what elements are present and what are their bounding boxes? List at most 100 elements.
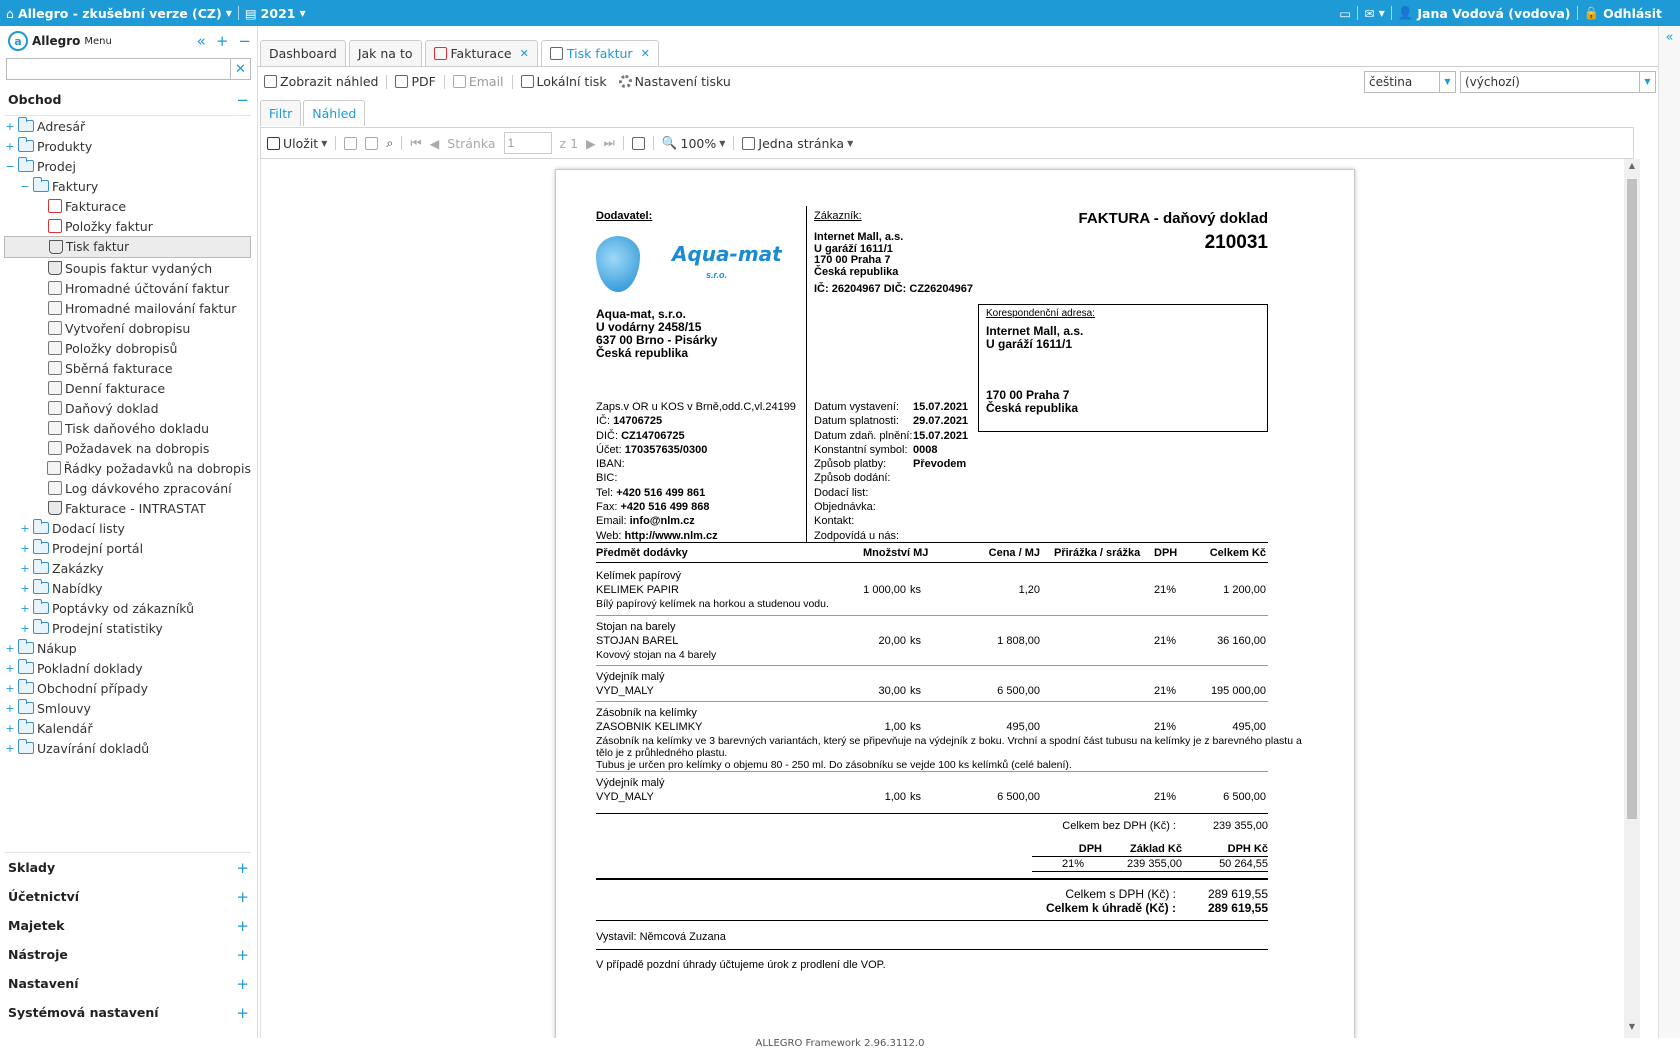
multipage-icon[interactable] xyxy=(631,136,645,150)
section-header[interactable]: Nastavení + xyxy=(0,969,257,998)
menu-item[interactable]: Položky faktur xyxy=(4,216,251,236)
print-settings-button[interactable]: Nastavení tisku xyxy=(615,74,735,89)
expand-icon[interactable]: + xyxy=(19,562,31,575)
section-header[interactable]: Majetek + xyxy=(0,911,257,940)
menu-item[interactable]: Vytvoření dobropisu xyxy=(4,318,251,338)
section-header[interactable]: Systémová nastavení + xyxy=(0,998,257,1027)
menu-item[interactable]: Hromadné mailování faktur xyxy=(4,298,251,318)
clear-search-icon[interactable]: ✕ xyxy=(231,58,251,80)
local-print-button[interactable]: Lokální tisk xyxy=(517,74,611,89)
scrollbar-thumb[interactable] xyxy=(1627,179,1637,819)
menu-item[interactable]: Hromadné účtování faktur xyxy=(4,278,251,298)
notes-button[interactable]: ▭ xyxy=(1333,6,1357,21)
expand-icon[interactable]: + xyxy=(4,682,16,695)
expand-icon[interactable]: + xyxy=(19,522,31,535)
user-menu[interactable]: 👤 Jana Vodová (vodova) xyxy=(1392,5,1577,21)
section-header[interactable]: Nástroje + xyxy=(0,940,257,969)
subtab-preview[interactable]: Náhled xyxy=(303,100,366,126)
logout-button[interactable]: 🔒 Odhlásit xyxy=(1578,5,1680,21)
collapse-sidebar-icon[interactable]: « xyxy=(197,32,206,50)
menu-item[interactable]: + Dodací listy xyxy=(4,518,251,538)
tab[interactable]: Tisk faktur ✕ xyxy=(540,40,659,66)
expand-icon[interactable]: + xyxy=(19,582,31,595)
collapse-all-icon[interactable]: − xyxy=(238,32,251,50)
menu-item[interactable]: Fakturace xyxy=(4,196,251,216)
expand-all-icon[interactable]: + xyxy=(216,32,229,50)
menu-item[interactable]: Tisk faktur xyxy=(4,236,251,258)
subtab-filter[interactable]: Filtr xyxy=(260,100,302,126)
prev-page-icon[interactable]: ◀ xyxy=(430,136,440,151)
menu-item[interactable]: Soupis faktur vydaných xyxy=(4,258,251,278)
email-button[interactable]: Email xyxy=(449,74,508,89)
expand-icon[interactable]: + xyxy=(4,120,16,133)
scroll-up-icon[interactable]: ▲ xyxy=(1624,161,1640,175)
menu-item[interactable]: Fakturace - INTRASTAT xyxy=(4,498,251,518)
menu-item[interactable]: Požadavek na dobropis xyxy=(4,438,251,458)
menu-item[interactable]: + Smlouvy xyxy=(4,698,251,718)
section-header[interactable]: Sklady + xyxy=(0,853,257,882)
language-select[interactable]: čeština ▼ xyxy=(1364,70,1456,93)
document-icon[interactable] xyxy=(344,136,358,150)
expand-icon[interactable]: + xyxy=(4,662,16,675)
zoom-select[interactable]: 🔍 100% ▼ xyxy=(662,135,725,151)
preview-button[interactable]: Zobrazit náhled xyxy=(260,74,382,89)
menu-item[interactable]: + Produkty xyxy=(4,136,251,156)
tab[interactable]: Jak na to xyxy=(348,40,422,66)
section-header[interactable]: Účetnictví + xyxy=(0,882,257,911)
mail-button[interactable]: ✉ ▼ xyxy=(1358,6,1391,21)
menu-item[interactable]: + Nákup xyxy=(4,638,251,658)
menu-item[interactable]: Tisk daňového dokladu xyxy=(4,418,251,438)
first-page-icon[interactable]: ⏮ xyxy=(410,135,421,151)
expand-icon[interactable]: + xyxy=(19,542,31,555)
menu-item[interactable]: Log dávkového zpracování xyxy=(4,478,251,498)
info-value: +420 516 499 868 xyxy=(620,501,710,514)
section-header-obchod[interactable]: Obchod − xyxy=(0,84,257,115)
close-icon[interactable]: ✕ xyxy=(520,47,529,60)
menu-item[interactable]: + Pokladní doklady xyxy=(4,658,251,678)
last-page-icon[interactable]: ⏭ xyxy=(604,135,615,151)
next-page-icon[interactable]: ▶ xyxy=(586,136,596,151)
find-icon[interactable]: ⌕ xyxy=(386,135,393,151)
close-icon[interactable]: ✕ xyxy=(641,47,650,60)
menu-item[interactable]: + Adresář xyxy=(4,116,251,136)
menu-item[interactable]: Řádky požadavků na dobropis xyxy=(4,458,251,478)
menu-item[interactable]: + Kalendář xyxy=(4,718,251,738)
expand-icon[interactable]: + xyxy=(4,742,16,755)
menu-item[interactable]: + Obchodní případy xyxy=(4,678,251,698)
menu-item[interactable]: − Faktury xyxy=(4,176,251,196)
expand-icon[interactable]: + xyxy=(19,602,31,615)
menu-item[interactable]: Sběrná fakturace xyxy=(4,358,251,378)
menu-item[interactable]: + Prodejní portál xyxy=(4,538,251,558)
menu-item[interactable]: + Prodejní statistiky xyxy=(4,618,251,638)
page-layout-select[interactable]: Jedna stránka ▼ xyxy=(742,136,853,151)
menu-item[interactable]: + Zakázky xyxy=(4,558,251,578)
tab[interactable]: Fakturace ✕ xyxy=(424,40,538,66)
document-viewer[interactable]: Dodavatel: Aqua-mat s.r.o. Aqua-mat, s.r… xyxy=(260,159,1640,1038)
save-button[interactable]: Uložit ▼ xyxy=(267,136,327,151)
menu-search-input[interactable] xyxy=(6,58,231,80)
menu-item[interactable]: − Prodej xyxy=(4,156,251,176)
year-selector[interactable]: ▤ 2021 ▼ xyxy=(239,6,312,21)
expand-icon[interactable]: + xyxy=(4,702,16,715)
menu-item[interactable]: Daňový doklad xyxy=(4,398,251,418)
scroll-down-icon[interactable]: ▼ xyxy=(1624,1022,1640,1036)
menu-item[interactable]: Položky dobropisů xyxy=(4,338,251,358)
menu-item[interactable]: + Nabídky xyxy=(4,578,251,598)
collapse-icon[interactable]: − xyxy=(19,180,31,193)
expand-right-panel-icon[interactable]: « xyxy=(1659,30,1680,45)
app-menu-button[interactable]: ⌂ Allegro - zkušební verze (CZ) ▼ xyxy=(0,6,238,21)
page-number-input[interactable] xyxy=(503,132,552,154)
expand-icon[interactable]: + xyxy=(4,642,16,655)
expand-icon[interactable]: + xyxy=(19,622,31,635)
expand-icon[interactable]: + xyxy=(4,722,16,735)
pdf-button[interactable]: PDF xyxy=(391,74,439,89)
menu-item[interactable]: + Uzavírání dokladů xyxy=(4,738,251,758)
template-select[interactable]: (výchozí) ▼ xyxy=(1460,70,1656,93)
clipboard-icon[interactable] xyxy=(365,136,379,150)
tab[interactable]: Dashboard xyxy=(260,40,346,66)
menu-item[interactable]: Denní fakturace xyxy=(4,378,251,398)
collapse-icon[interactable]: − xyxy=(4,160,16,173)
expand-icon[interactable]: + xyxy=(4,140,16,153)
menu-item[interactable]: + Poptávky od zákazníků xyxy=(4,598,251,618)
vertical-scrollbar[interactable]: ▲ ▼ xyxy=(1624,159,1640,1038)
